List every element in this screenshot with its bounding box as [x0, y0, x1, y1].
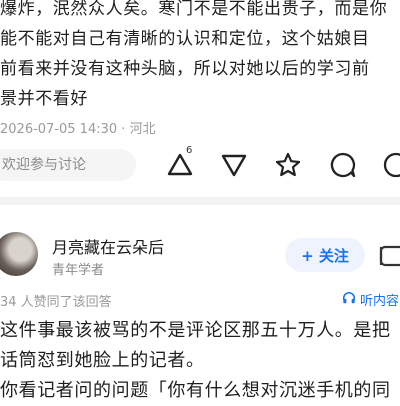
- timestamp: 2026-07-05 14:30: [0, 122, 118, 137]
- headphones-icon: [342, 291, 356, 309]
- agree-count: 34 人赞同了该回答: [0, 295, 112, 310]
- star-icon[interactable]: [274, 151, 302, 179]
- answer-meta: 2026-07-05 14:30 · 河北: [0, 118, 156, 137]
- meta-separator: ·: [121, 122, 130, 137]
- comment-icon[interactable]: [329, 151, 357, 179]
- answer-line: 话筒怼到她脸上的记者。: [0, 350, 205, 371]
- answer-line: 爆炸，泯然众人矣。寒门不是不能出贵子，而是你: [0, 0, 388, 19]
- answer-line: 你看记者问的问题「你有什么想对沉迷手机的同: [0, 380, 391, 401]
- listen-button[interactable]: 听内容: [342, 290, 399, 309]
- answer-line: 这件事最该被骂的不是评论区那五十万人。是把: [0, 320, 391, 341]
- answer-line: 前看来并没有这种头脑，所以对她以后的学习前: [0, 59, 370, 79]
- follow-label: + 关注: [301, 246, 349, 265]
- downvote-icon[interactable]: [220, 151, 248, 179]
- follow-button[interactable]: + 关注: [285, 238, 365, 272]
- discuss-input[interactable]: 欢迎参与讨论: [0, 149, 136, 181]
- answer-line: 景并不看好: [0, 89, 88, 109]
- action-bar: 欢迎参与讨论 6: [0, 145, 400, 185]
- share-icon[interactable]: [382, 151, 400, 179]
- answer-line: 能不能对自己有清晰的认识和定位，这个姑娘目: [0, 29, 370, 49]
- answer-text-bottom: 这件事最该被骂的不是评论区那五十万人。是把 话筒怼到她脸上的记者。 你看记者问的…: [0, 316, 400, 406]
- vote-count: 6: [186, 145, 193, 156]
- section-divider: [0, 197, 400, 205]
- answer-text-top: 爆炸，泯然众人矣。寒门不是不能出贵子，而是你 能不能对自己有清晰的认识和定位，这…: [0, 0, 400, 114]
- listen-label: 听内容: [360, 294, 400, 309]
- username[interactable]: 月亮藏在云朵后: [52, 234, 164, 258]
- avatar[interactable]: [0, 232, 38, 276]
- user-title: 青年学者: [52, 263, 105, 278]
- more-options-icon[interactable]: [378, 241, 400, 271]
- location: 河北: [129, 122, 156, 137]
